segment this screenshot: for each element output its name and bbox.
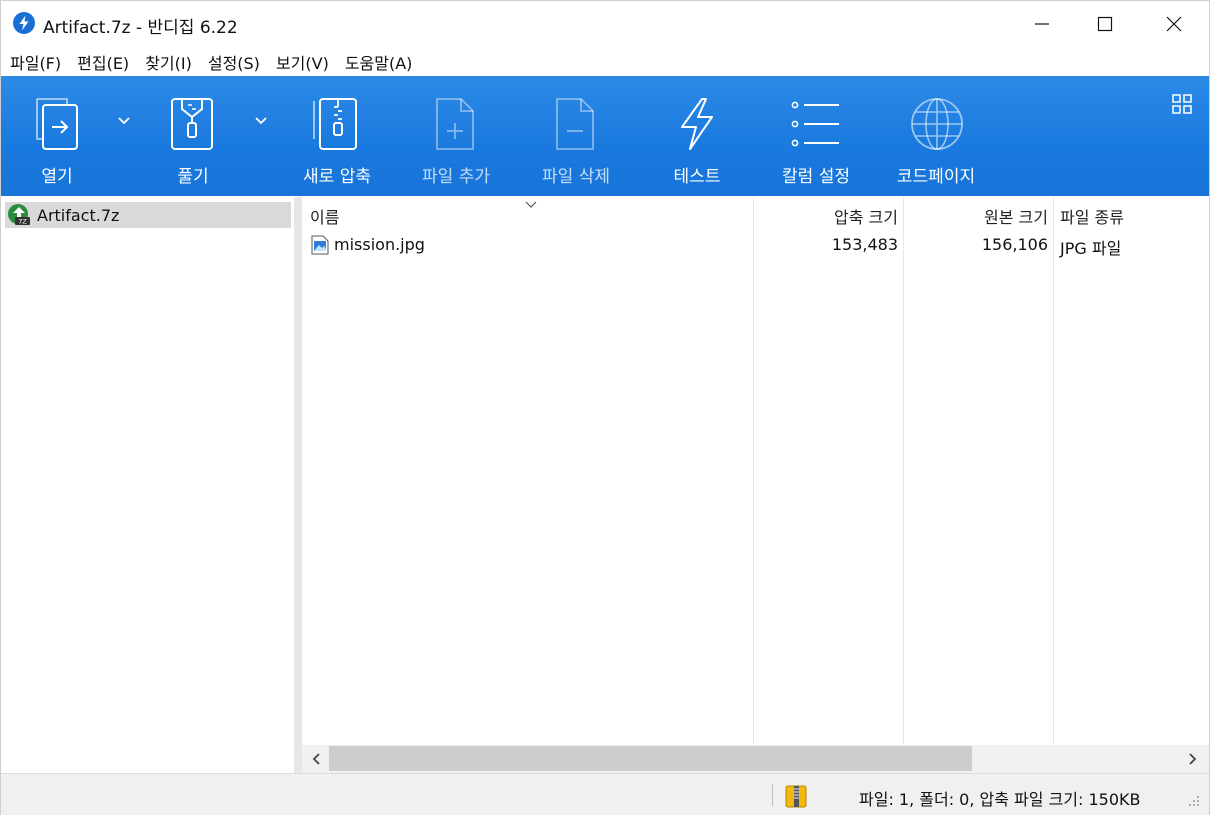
column-settings-button[interactable]: 칼럼 설정 [776, 76, 856, 196]
window-title: Artifact.7z - 반디집 6.22 [43, 18, 238, 38]
view-grid-icon[interactable] [1171, 93, 1193, 115]
app-window: Artifact.7z - 반디집 6.22 파일(F) 편집(E) 찾기(I)… [0, 0, 1210, 815]
archive-status-icon [785, 785, 807, 808]
test-label: 테스트 [673, 167, 721, 187]
tree-item-root[interactable]: 7Z Artifact.7z [5, 202, 291, 228]
delete-files-label: 파일 삭제 [542, 167, 610, 187]
status-separator [772, 784, 773, 806]
file-list: 이름 압축 크기 원본 크기 파일 종류 mission.jpg 153,483… [302, 197, 1209, 773]
status-text: 파일: 1, 폴더: 0, 압축 파일 크기: 150KB [859, 790, 1141, 809]
archive-tree: 7Z Artifact.7z [1, 197, 294, 773]
list-icon [791, 101, 839, 147]
archive-7z-icon: 7Z [8, 204, 30, 226]
status-bar: 파일: 1, 폴더: 0, 압축 파일 크기: 150KB [1, 773, 1209, 815]
row-packed-size: 153,483 [831, 235, 898, 254]
delete-files-button[interactable]: 파일 삭제 [536, 76, 616, 196]
scroll-right-icon[interactable] [1187, 751, 1199, 767]
zip-extract-icon [171, 98, 213, 150]
file-remove-icon [556, 98, 594, 150]
extract-label: 풀기 [177, 167, 209, 187]
menu-bar: 파일(F) 편집(E) 찾기(I) 설정(S) 보기(V) 도움말(A) [1, 47, 1209, 76]
file-add-icon [436, 98, 474, 150]
column-divider[interactable] [753, 197, 754, 745]
column-divider[interactable] [903, 197, 904, 745]
lightning-icon [681, 98, 713, 150]
column-header-packed-size[interactable]: 압축 크기 [834, 204, 898, 228]
column-divider[interactable] [1053, 197, 1054, 745]
open-dropdown-chevron-icon[interactable] [117, 116, 131, 126]
add-files-label: 파일 추가 [422, 167, 490, 187]
menu-help[interactable]: 도움말(A) [345, 50, 413, 74]
open-button[interactable]: 열기 [19, 76, 95, 196]
extract-button[interactable]: 풀기 [155, 76, 231, 196]
column-header-name[interactable]: 이름 [310, 204, 339, 228]
title-bar[interactable]: Artifact.7z - 반디집 6.22 [1, 1, 1209, 47]
scroll-left-icon[interactable] [310, 751, 322, 767]
tree-root-label: Artifact.7z [37, 205, 120, 225]
maximize-button[interactable] [1082, 1, 1128, 47]
menu-edit[interactable]: 편집(E) [77, 50, 129, 74]
scrollbar-thumb[interactable] [329, 746, 972, 771]
table-row[interactable]: mission.jpg 153,483 156,106 JPG 파일 [302, 233, 1209, 259]
column-header-original-size[interactable]: 원본 크기 [984, 204, 1048, 228]
resize-grip-icon[interactable] [1187, 794, 1201, 808]
row-original-size: 156,106 [981, 235, 1048, 254]
codepage-label: 코드페이지 [896, 167, 976, 187]
column-settings-label: 칼럼 설정 [782, 167, 850, 187]
row-file-type: JPG 파일 [1060, 239, 1122, 258]
minimize-icon [1035, 23, 1049, 25]
bandizip-bolt-icon [13, 12, 35, 34]
svg-text:7Z: 7Z [18, 218, 27, 226]
sort-chevron-icon [525, 201, 537, 208]
toolbar: 열기 풀기 새로 압축 파일 추가 파일 삭제 테스트 칼럼 설정 코드페이지 [1, 76, 1209, 196]
column-header-file-type[interactable]: 파일 종류 [1060, 204, 1124, 228]
new-archive-label: 새로 압축 [303, 167, 371, 187]
add-files-button[interactable]: 파일 추가 [416, 76, 496, 196]
extract-dropdown-chevron-icon[interactable] [254, 116, 268, 126]
open-label: 열기 [41, 167, 73, 187]
image-file-icon [311, 235, 329, 255]
horizontal-scrollbar[interactable] [302, 745, 1209, 773]
close-icon [1166, 16, 1182, 32]
zip-file-icon [313, 98, 357, 150]
menu-find[interactable]: 찾기(I) [145, 50, 192, 74]
menu-file[interactable]: 파일(F) [10, 50, 61, 74]
new-archive-button[interactable]: 새로 압축 [297, 76, 377, 196]
close-button[interactable] [1151, 1, 1197, 47]
globe-icon [911, 98, 963, 150]
row-name: mission.jpg [334, 235, 425, 254]
test-button[interactable]: 테스트 [657, 76, 737, 196]
pane-splitter[interactable] [294, 197, 302, 773]
open-file-icon [36, 98, 78, 150]
minimize-button[interactable] [1019, 1, 1065, 47]
maximize-icon [1097, 16, 1113, 32]
codepage-button[interactable]: 코드페이지 [891, 76, 981, 196]
menu-view[interactable]: 보기(V) [276, 50, 329, 74]
menu-settings[interactable]: 설정(S) [208, 50, 260, 74]
